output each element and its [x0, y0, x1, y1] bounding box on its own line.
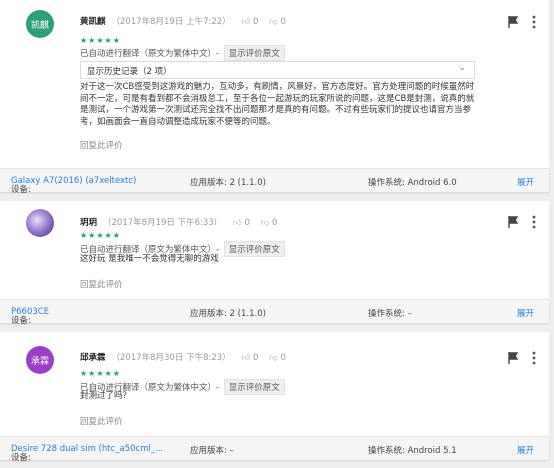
expand-link[interactable]: 展开 — [517, 176, 534, 188]
review-text: 封测过了吗？ — [80, 391, 132, 401]
review-header: 玥玥 （2017年8月19日 下午6:33） 👍︎ 0 👎︎ 0 — [80, 216, 277, 228]
history-dropdown[interactable]: 显示历史记录（2 项） ⌄ — [80, 61, 475, 79]
reviewer-name: 玥玥 — [80, 218, 98, 228]
thumbs-down-count: 0 — [280, 17, 286, 27]
review-card: 凯麒 黄凯麒 （2017年8月19日 上午7:22） 👍︎ 0 👎︎ 0 ★★★★… — [0, 0, 549, 169]
app-version: 应用版本: – — [190, 446, 234, 456]
review-date: （2017年8月19日 下午6:33） — [103, 218, 223, 228]
reply-link[interactable]: 回复此评价 — [80, 415, 123, 427]
review-date: （2017年8月30日 下午8:23） — [111, 353, 231, 363]
review-meta-bar: 设备: P6603CE 应用版本: 2 (1.1.0) 操作系统: – 展开 — [0, 299, 549, 326]
expand-link[interactable]: 展开 — [517, 307, 534, 319]
device-info: 设备: P6603CE — [11, 307, 49, 326]
review-header: 黄凯麒 （2017年8月19日 上午7:22） 👍︎ 0 👎︎ 0 — [80, 15, 286, 27]
history-label: 显示历史记录（2 项） — [87, 67, 172, 77]
thumbs-up-count: 0 — [244, 218, 250, 228]
os-version: 操作系统: Android 6.0 — [368, 178, 457, 188]
os-version: 操作系统: Android 5.1 — [368, 446, 457, 456]
review-header: 邱承霖 （2017年8月30日 下午8:23） 👍︎ 0 👎︎ 0 — [80, 351, 286, 363]
translation-note: 已自动进行翻译（原文为繁体中文）- 显示评价原文 — [80, 45, 285, 61]
avatar — [26, 209, 54, 237]
reviewer-name: 邱承霖 — [80, 353, 106, 363]
more-options-icon[interactable] — [531, 351, 537, 365]
flag-icon[interactable] — [508, 16, 518, 28]
more-options-icon[interactable] — [531, 15, 537, 29]
star-rating: ★★★★★ — [80, 36, 121, 45]
device-info: 设备: Galaxy A7(2016) (a7xeltextc) — [11, 176, 136, 195]
device-info: 设备: Desire 728 dual sim (htc_a50cml_... — [11, 444, 163, 463]
review-card: 承霖 邱承霖 （2017年8月30日 下午8:23） 👍︎ 0 👎︎ 0 ★★★★… — [0, 332, 549, 437]
more-options-icon[interactable] — [531, 215, 537, 229]
thumbs-down-count: 0 — [271, 218, 278, 228]
thumbs-down-icon[interactable]: 👎︎ — [269, 353, 278, 363]
expand-link[interactable]: 展开 — [517, 444, 534, 456]
avatar: 承霖 — [26, 346, 54, 374]
device-label: 设备: — [11, 185, 31, 195]
review-text: 对于这一次CB感受到这游戏的魅力，互动多，有刷情，风景好，官方态度好。官方处理问… — [80, 82, 475, 127]
os-version: 操作系统: – — [368, 309, 412, 319]
thumbs-up-count: 0 — [252, 17, 259, 27]
chevron-down-icon: ⌄ — [458, 63, 466, 73]
translation-note-text: 已自动进行翻译（原文为繁体中文）- — [80, 49, 220, 59]
review-meta-bar: 设备: Galaxy A7(2016) (a7xeltextc) 应用版本: 2… — [0, 168, 549, 195]
flag-icon[interactable] — [508, 216, 518, 228]
thumbs-up-icon[interactable]: 👍︎ — [241, 17, 250, 27]
reviewer-name: 黄凯麒 — [80, 17, 106, 27]
device-label: 设备: — [11, 316, 31, 326]
flag-icon[interactable] — [508, 352, 518, 364]
review-date: （2017年8月19日 上午7:22） — [111, 17, 231, 27]
show-original-button[interactable]: 显示评价原文 — [223, 45, 285, 61]
thumbs-up-count: 0 — [252, 353, 259, 363]
review-meta-bar: 设备: Desire 728 dual sim (htc_a50cml_... … — [0, 436, 549, 463]
device-link[interactable]: Desire 728 dual sim (htc_a50cml_... — [11, 444, 163, 454]
thumbs-up-icon[interactable]: 👍︎ — [241, 353, 250, 363]
app-version: 应用版本: 2 (1.1.0) — [190, 178, 266, 188]
thumbs-down-icon[interactable]: 👎︎ — [261, 218, 270, 228]
thumbs-up-icon[interactable]: 👍︎ — [233, 218, 242, 228]
reply-link[interactable]: 回复此评价 — [80, 278, 123, 290]
avatar: 凯麒 — [26, 10, 54, 38]
review-card: 玥玥 （2017年8月19日 下午6:33） 👍︎ 0 👎︎ 0 ★★★★★ 已自… — [0, 201, 549, 300]
review-text: 这好玩 是我唯一不会觉得无聊的游戏 — [80, 254, 219, 264]
device-label: 设备: — [11, 453, 31, 463]
app-version: 应用版本: 2 (1.1.0) — [190, 309, 266, 319]
thumbs-down-icon[interactable]: 👎︎ — [269, 17, 278, 27]
star-rating: ★★★★★ — [80, 369, 121, 378]
reply-link[interactable]: 回复此评价 — [80, 139, 123, 151]
thumbs-down-count: 0 — [280, 353, 286, 363]
star-rating: ★★★★★ — [80, 231, 121, 240]
